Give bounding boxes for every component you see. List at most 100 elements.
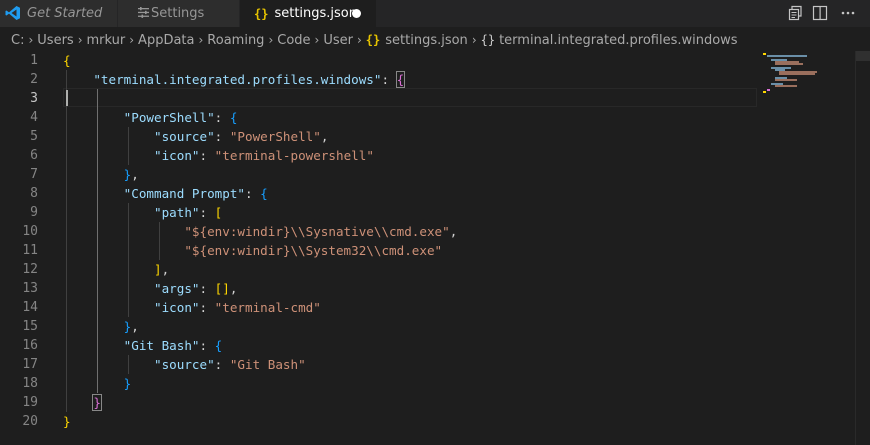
text-cursor — [66, 90, 68, 106]
open-preview-icon[interactable] — [786, 5, 802, 21]
chevron-right-icon: › — [129, 33, 135, 47]
code-text: "${env:windir}\\System32\\cmd.exe" — [184, 243, 443, 258]
chevron-right-icon: › — [356, 33, 362, 47]
minimap-line — [775, 63, 803, 65]
line-number: 13 — [22, 281, 38, 296]
vscode-logo-icon — [5, 6, 20, 20]
tab-settings-json[interactable]: {} settings.json — [240, 0, 376, 27]
tab-settings[interactable]: Settings — [118, 0, 239, 27]
json-braces-icon: {} — [254, 6, 269, 21]
line-number: 3 — [30, 91, 38, 106]
line-number: 11 — [22, 243, 38, 258]
line-number: 4 — [30, 110, 38, 125]
vertical-scrollbar[interactable] — [855, 51, 870, 445]
breadcrumb-roaming[interactable]: Roaming — [207, 33, 264, 48]
code-text: "${env:windir}\\Sysnative\\cmd.exe", — [184, 224, 458, 239]
line-number: 20 — [22, 414, 38, 429]
tab-label: Settings — [151, 6, 205, 21]
code-line: 13 "args": [], — [0, 279, 855, 298]
code-text: }, — [123, 319, 139, 334]
chevron-right-icon: › — [471, 33, 477, 47]
code-text: } — [63, 414, 71, 429]
line-number: 18 — [22, 376, 38, 391]
line-number: 5 — [30, 129, 38, 144]
breadcrumb: C: › Users › mrkur › AppData › Roaming ›… — [0, 27, 870, 53]
line-number: 1 — [30, 53, 38, 68]
line-number: 19 — [22, 395, 38, 410]
line-number: 2 — [30, 72, 38, 87]
code-text: "icon": "terminal-powershell" — [154, 148, 374, 163]
code-line: 15 }, — [0, 317, 855, 336]
line-number: 6 — [30, 148, 38, 163]
code-line: 14 "icon": "terminal-cmd" — [0, 298, 855, 317]
breadcrumb-drive[interactable]: C: — [11, 33, 24, 48]
code-line: 20 } — [0, 412, 855, 431]
breadcrumb-appdata[interactable]: AppData — [138, 33, 194, 48]
code-text: "Git Bash": { — [123, 338, 223, 353]
code-line: 19 } — [0, 393, 855, 412]
code-text: "icon": "terminal-cmd" — [154, 300, 321, 315]
split-editor-icon[interactable] — [812, 5, 828, 21]
breadcrumb-code[interactable]: Code — [277, 33, 310, 48]
code-text: "PowerShell": { — [123, 110, 238, 125]
code-line: 10 "${env:windir}\\Sysnative\\cmd.exe", — [0, 222, 855, 241]
code-text: }, — [123, 167, 139, 182]
more-actions-icon[interactable] — [840, 5, 856, 21]
tab-get-started[interactable]: Get Started — [0, 0, 117, 27]
breadcrumb-user-folder[interactable]: mrkur — [87, 33, 126, 48]
line-number: 9 — [30, 205, 38, 220]
code-line: 8 "Command Prompt": { — [0, 184, 855, 203]
code-line: 6 "icon": "terminal-powershell" — [0, 146, 855, 165]
code-line: 18 } — [0, 374, 855, 393]
code-text: ], — [154, 262, 170, 277]
minimap[interactable] — [763, 51, 855, 96]
breadcrumb-symbol[interactable]: terminal.integrated.profiles.windows — [499, 33, 738, 48]
code-line: 5 "source": "PowerShell", — [0, 127, 855, 146]
breadcrumb-user[interactable]: User — [323, 33, 353, 48]
breadcrumb-file[interactable]: settings.json — [385, 33, 468, 48]
tab-bar: Get Started Settings {} settings.json — [0, 0, 870, 27]
line-number: 10 — [22, 224, 38, 239]
json-object-icon: {} — [480, 33, 496, 47]
code-text: "Command Prompt": { — [123, 186, 268, 201]
minimap-line — [779, 73, 815, 75]
code-line: 4 "PowerShell": { — [0, 108, 855, 127]
code-text: { — [63, 53, 71, 68]
tab-label: settings.json — [274, 6, 358, 21]
breadcrumb-users[interactable]: Users — [37, 33, 73, 48]
code-line: 7 }, — [0, 165, 855, 184]
unsaved-dot-icon[interactable] — [352, 9, 361, 18]
code-line: 2 "terminal.integrated.profiles.windows"… — [0, 70, 855, 89]
code-text: } — [123, 376, 132, 391]
minimap-line — [775, 85, 797, 87]
settings-icon — [138, 7, 149, 18]
line-number: 7 — [30, 167, 38, 182]
chevron-right-icon: › — [77, 33, 83, 47]
chevron-right-icon: › — [198, 33, 204, 47]
code-line: 12 ], — [0, 260, 855, 279]
code-editor[interactable]: 1 { 2 "terminal.integrated.profiles.wind… — [0, 51, 855, 445]
code-line: 17 "source": "Git Bash" — [0, 355, 855, 374]
code-text: "args": [], — [154, 281, 238, 296]
minimap-line — [763, 53, 766, 55]
code-text: "source": "PowerShell", — [154, 129, 329, 144]
code-text: "source": "Git Bash" — [154, 357, 306, 372]
minimap-line — [767, 55, 807, 57]
code-line: 9 "path": [ — [0, 203, 855, 222]
chevron-right-icon: › — [268, 33, 274, 47]
code-line: 1 { — [0, 51, 855, 70]
code-text: } — [92, 394, 102, 411]
line-number: 12 — [22, 262, 38, 277]
line-number: 17 — [22, 357, 38, 372]
minimap-line — [775, 79, 797, 81]
scrollbar-thumb[interactable] — [856, 51, 870, 61]
line-number: 8 — [30, 186, 38, 201]
code-line: 11 "${env:windir}\\System32\\cmd.exe" — [0, 241, 855, 260]
code-text: "path": [ — [154, 205, 223, 220]
code-text: "terminal.integrated.profiles.windows": … — [93, 71, 406, 88]
tab-label: Get Started — [27, 6, 103, 21]
line-number: 16 — [22, 338, 38, 353]
line-number: 14 — [22, 300, 38, 315]
code-line: 3 — [0, 89, 855, 108]
json-braces-icon: {} — [365, 33, 381, 47]
